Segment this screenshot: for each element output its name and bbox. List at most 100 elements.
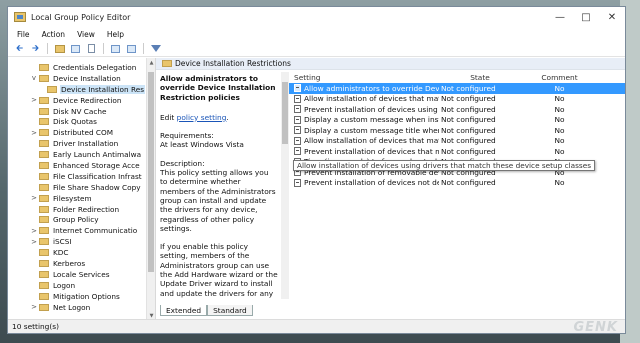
menu-action[interactable]: Action <box>36 30 72 39</box>
tree-scrollbar[interactable]: ▲ ▼ <box>146 58 155 320</box>
table-row[interactable]: Prevent installation of devices not desc… <box>289 178 625 189</box>
policy-setting-icon <box>294 94 301 103</box>
tree-item-label: iSCSI <box>53 237 72 247</box>
tree-item-label: Kerberos <box>53 258 86 268</box>
folder-icon <box>39 161 49 169</box>
menu-view[interactable]: View <box>71 30 101 39</box>
show-hide-tree-icon[interactable] <box>69 43 82 54</box>
description: Description: This policy setting allows y… <box>160 159 278 233</box>
tree-item-label: Group Policy <box>53 215 99 225</box>
folder-icon <box>39 259 49 267</box>
chevron-down-icon[interactable]: v <box>30 74 38 82</box>
export-list-icon[interactable] <box>85 43 98 54</box>
tree-item[interactable]: Credentials Delegation <box>8 62 145 73</box>
tree-item[interactable]: > Net Logon <box>8 302 145 313</box>
minimize-button[interactable]: — <box>547 7 573 27</box>
chevron-right-icon[interactable]: > <box>30 303 38 311</box>
tooltip: Allow installation of devices using driv… <box>293 160 596 171</box>
tree-item[interactable]: Disk Quotas <box>8 116 145 127</box>
scroll-thumb[interactable] <box>148 72 154 272</box>
table-row[interactable]: Allow installation of devices that match… <box>289 94 625 105</box>
folder-icon <box>39 194 49 202</box>
tree-item-label: Net Logon <box>53 302 91 312</box>
tree-item[interactable]: File Classification Infrast <box>8 171 145 182</box>
setting-name: Display a custom message when installati… <box>304 115 439 125</box>
scroll-thumb[interactable] <box>282 82 288 144</box>
tree-item[interactable]: > Filesystem <box>8 193 145 204</box>
maximize-button[interactable]: □ <box>573 7 599 27</box>
tree-item[interactable]: > Internet Communicatio <box>8 225 145 236</box>
tree-item[interactable]: v Device Installation <box>8 73 145 84</box>
scroll-up-icon[interactable]: ▲ <box>147 58 155 67</box>
column-state[interactable]: State <box>439 73 521 82</box>
chevron-right-icon[interactable]: > <box>30 194 38 202</box>
tree-item[interactable]: Group Policy <box>8 214 145 225</box>
table-row[interactable]: Allow administrators to override Device … <box>289 83 625 94</box>
toolbar-separator <box>103 43 104 54</box>
tree-item[interactable]: Enhanced Storage Acce <box>8 160 145 171</box>
folder-icon <box>46 85 57 93</box>
setting-name: Allow administrators to override Device … <box>304 83 439 93</box>
folder-icon <box>39 281 49 289</box>
tree-item[interactable]: File Share Shadow Copy <box>8 182 145 193</box>
tree-item[interactable]: Kerberos <box>8 258 145 269</box>
tree-item[interactable]: Driver Installation <box>8 138 145 149</box>
tree-item[interactable]: Early Launch Antimalwa <box>8 149 145 160</box>
comment-cell: No <box>554 83 565 93</box>
properties-icon[interactable] <box>125 43 138 54</box>
forward-arrow-icon[interactable]: 🡲 <box>29 43 42 54</box>
toolbar-separator <box>47 43 48 54</box>
column-setting[interactable]: Setting <box>289 73 439 82</box>
chevron-right-icon[interactable]: > <box>30 96 38 104</box>
folder-icon <box>39 238 49 246</box>
setting-cell: Prevent installation of devices using dr… <box>289 105 439 114</box>
menu-file[interactable]: File <box>11 30 36 39</box>
table-row[interactable]: Allow installation of devices that match… <box>289 136 625 147</box>
tree-item[interactable]: KDC <box>8 247 145 258</box>
comment-cell: No <box>554 146 565 156</box>
state-cell: Not configured <box>441 115 496 125</box>
help-icon[interactable] <box>109 43 122 54</box>
tree-item[interactable]: > iSCSI <box>8 236 145 247</box>
tree-item-label: Device Installation Res <box>59 84 145 94</box>
setting-name: Allow installation of devices that match… <box>304 136 439 146</box>
setting-cell: Allow installation of devices that match… <box>289 94 439 103</box>
tree-item[interactable]: Mitigation Options <box>8 291 145 302</box>
tree-item[interactable]: Folder Redirection <box>8 204 145 215</box>
chevron-right-icon[interactable]: > <box>30 227 38 235</box>
folder-icon <box>162 60 172 67</box>
tab-extended[interactable]: Extended <box>160 305 208 316</box>
tree-item[interactable]: Logon <box>8 280 145 291</box>
back-arrow-icon[interactable]: 🡰 <box>13 43 26 54</box>
tree-item[interactable]: > Device Redirection <box>8 95 145 106</box>
close-button[interactable]: ✕ <box>599 7 625 27</box>
tree-item[interactable]: > Distributed COM <box>8 127 145 138</box>
table-row[interactable]: Prevent installation of devices that mat… <box>289 146 625 157</box>
description-text-2: If you enable this policy setting, membe… <box>160 242 278 298</box>
tree-item[interactable]: Locale Services <box>8 269 145 280</box>
tree-item[interactable]: Device Installation Res <box>8 84 145 95</box>
chevron-right-icon[interactable]: > <box>30 129 38 137</box>
setting-cell: Allow installation of devices that match… <box>289 136 439 145</box>
filter-icon[interactable] <box>149 43 162 54</box>
menu-help[interactable]: Help <box>101 30 130 39</box>
table-row[interactable]: Display a custom message title when dev.… <box>289 125 625 136</box>
tree-item[interactable]: Disk NV Cache <box>8 106 145 117</box>
up-folder-icon[interactable] <box>53 43 66 54</box>
chevron-right-icon[interactable]: > <box>30 238 38 246</box>
tree-item-label: Distributed COM <box>53 128 114 138</box>
folder-icon <box>39 249 49 257</box>
state-cell: Not configured <box>441 125 496 135</box>
requirements-label: Requirements: <box>160 131 214 141</box>
edit-policy-link[interactable]: policy setting <box>177 113 227 122</box>
tree-item-label: Internet Communicatio <box>53 226 138 236</box>
table-row[interactable]: Display a custom message when installati… <box>289 115 625 126</box>
column-comment[interactable]: Comment <box>521 73 598 82</box>
table-row[interactable]: Prevent installation of devices using dr… <box>289 104 625 115</box>
tab-standard[interactable]: Standard <box>207 305 253 316</box>
tree-item-label: Disk Quotas <box>53 117 97 127</box>
description-scrollbar[interactable] <box>281 72 289 299</box>
description-title: Allow administrators to override Device … <box>160 74 276 102</box>
watermark-logo: GENK <box>573 320 618 335</box>
toolbar: 🡰 🡲 <box>8 41 625 57</box>
